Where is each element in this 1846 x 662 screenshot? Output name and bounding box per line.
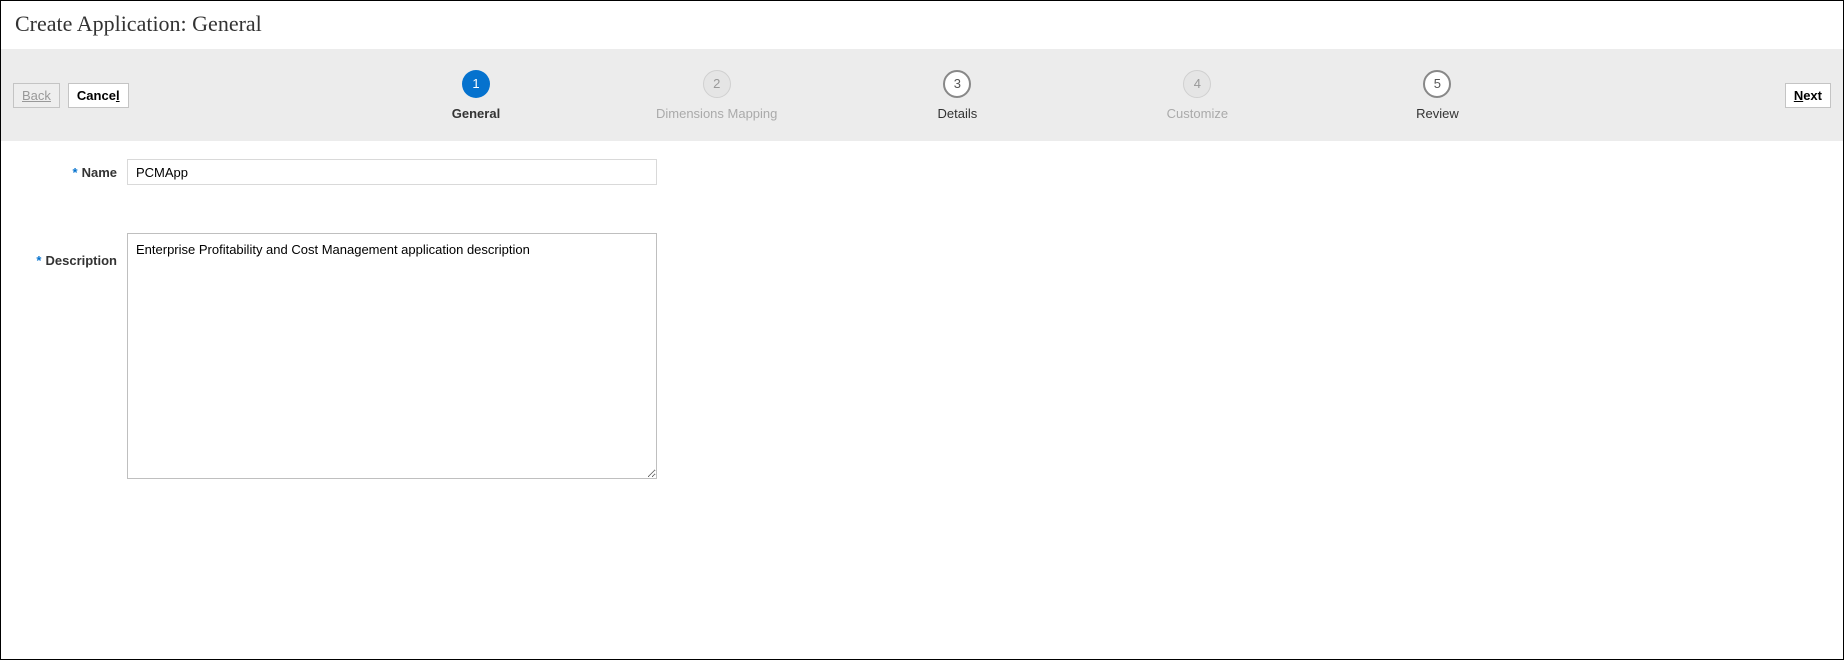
description-label: * Description — [17, 233, 127, 268]
step-circle-3: 3 — [943, 70, 971, 98]
app-window: Create Application: General Back Cancel … — [0, 0, 1844, 660]
cancel-button[interactable]: Cancel — [68, 83, 129, 108]
wizard-step-customize: 4 Customize — [1137, 70, 1257, 121]
form-row-description: * Description — [17, 233, 1827, 479]
step-circle-5: 5 — [1423, 70, 1451, 98]
cancel-button-label: Cancel — [77, 88, 120, 103]
step-circle-1: 1 — [462, 70, 490, 98]
name-label: * Name — [17, 159, 127, 180]
step-label-3: Details — [938, 106, 978, 121]
nav-right: Next — [1785, 83, 1831, 108]
description-textarea[interactable] — [127, 233, 657, 479]
next-button[interactable]: Next — [1785, 83, 1831, 108]
wizard-bar: Back Cancel 1 General 2 Dimensions Mappi… — [1, 49, 1843, 141]
page-title: Create Application: General — [1, 1, 1843, 49]
wizard-step-review[interactable]: 5 Review — [1377, 70, 1497, 121]
nav-left: Back Cancel — [13, 83, 129, 108]
step-label-2: Dimensions Mapping — [656, 106, 777, 121]
step-label-1: General — [452, 106, 500, 121]
step-circle-4: 4 — [1183, 70, 1211, 98]
form-row-name: * Name — [17, 159, 1827, 185]
back-button: Back — [13, 83, 60, 108]
back-button-label: Back — [22, 88, 51, 103]
step-label-4: Customize — [1167, 106, 1228, 121]
step-label-5: Review — [1416, 106, 1459, 121]
wizard-step-details[interactable]: 3 Details — [897, 70, 1017, 121]
wizard-step-dimensions-mapping: 2 Dimensions Mapping — [656, 70, 777, 121]
required-star-icon: * — [36, 253, 41, 268]
description-label-text: Description — [45, 253, 117, 268]
wizard-step-general[interactable]: 1 General — [416, 70, 536, 121]
name-label-text: Name — [82, 165, 117, 180]
step-circle-2: 2 — [703, 70, 731, 98]
name-input[interactable] — [127, 159, 657, 185]
required-star-icon: * — [73, 165, 78, 180]
wizard-steps: 1 General 2 Dimensions Mapping 3 Details… — [129, 70, 1785, 121]
form-area: * Name * Description — [1, 141, 1843, 545]
next-button-label: Next — [1794, 88, 1822, 103]
